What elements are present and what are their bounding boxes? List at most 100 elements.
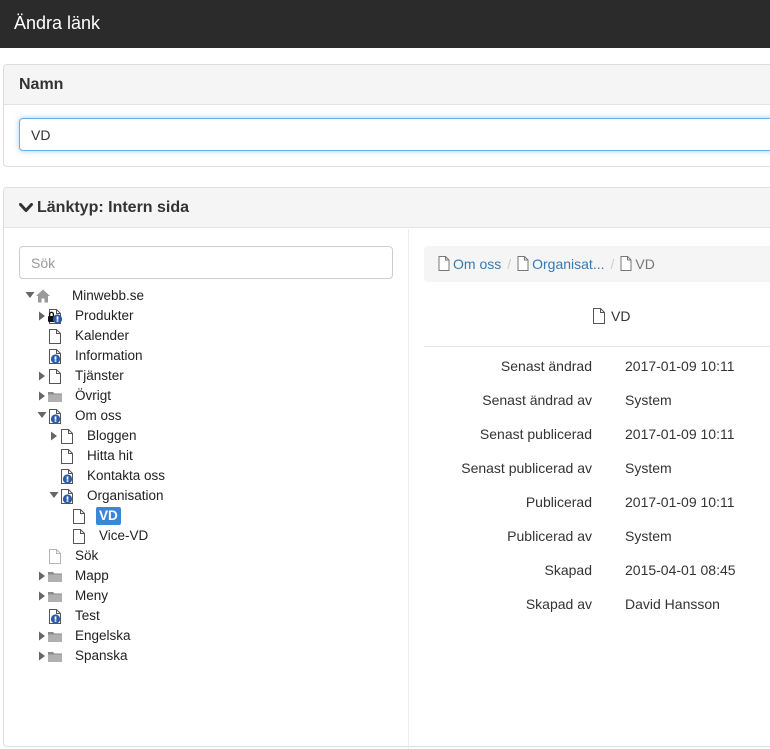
search-input[interactable] <box>19 246 393 279</box>
collapsed-arrow-icon[interactable] <box>37 626 47 646</box>
tree-item[interactable]: Kontakta oss <box>49 466 349 486</box>
property-value: System <box>625 528 672 544</box>
tree-item[interactable]: Om oss <box>37 406 337 426</box>
page-icon <box>620 256 632 271</box>
collapsed-arrow-icon[interactable] <box>37 386 47 406</box>
property-value: 2017-01-09 10:11 <box>625 494 735 510</box>
tree-item[interactable]: Hitta hit <box>49 446 349 466</box>
info-page-icon <box>49 409 61 424</box>
collapsed-arrow-icon[interactable] <box>37 366 47 386</box>
property-value: 2017-01-09 10:11 <box>625 426 735 442</box>
info-page-icon <box>61 489 73 504</box>
tree-item-label[interactable]: VD <box>96 507 121 525</box>
tree-item[interactable]: Information <box>37 346 337 366</box>
tree-item[interactable]: Vice-VD <box>61 526 361 546</box>
expanded-arrow-icon[interactable] <box>49 486 59 506</box>
page-icon <box>73 509 85 524</box>
tree-item-label[interactable]: Kontakta oss <box>87 466 165 486</box>
tree-item[interactable]: Spanska <box>37 646 337 666</box>
tree-item[interactable]: Tjänster <box>37 366 337 386</box>
page-tree-column: Minwebb.seProdukterKalenderInformationTj… <box>4 229 409 749</box>
property-row: Senast publicerad 2017-01-09 10:11 <box>424 424 770 444</box>
property-value: David Hansson <box>625 596 720 612</box>
expanded-arrow-icon[interactable] <box>25 286 35 306</box>
home-icon <box>36 289 50 303</box>
property-value: System <box>625 392 672 408</box>
property-value: 2015-04-01 08:45 <box>625 562 736 578</box>
details-divider <box>424 346 770 347</box>
page-icon <box>61 449 73 464</box>
tree-item-label[interactable]: Engelska <box>75 626 131 646</box>
info-page-icon <box>61 469 73 484</box>
property-label: Senast publicerad <box>479 426 592 442</box>
name-panel-heading: Namn <box>4 65 770 105</box>
tree-item[interactable]: Mapp <box>37 566 337 586</box>
tree-item-label[interactable]: Sök <box>75 546 98 566</box>
breadcrumb: Om oss / Organisat... / VD <box>424 246 770 282</box>
tree-item-label[interactable]: Hitta hit <box>87 446 133 466</box>
breadcrumb-separator: / <box>507 256 512 272</box>
tree-item[interactable]: Minwebb.se <box>25 286 325 306</box>
tree-item[interactable]: Meny <box>37 586 337 606</box>
link-type-heading[interactable]: Länktyp: Intern sida <box>4 188 770 228</box>
collapsed-arrow-icon[interactable] <box>37 646 47 666</box>
tree-item-label[interactable]: Tjänster <box>75 366 124 386</box>
tree-item[interactable]: Övrigt <box>37 386 337 406</box>
tree-item-label[interactable]: Information <box>75 346 143 366</box>
chevron-down-icon <box>19 202 33 212</box>
page-title: VD <box>592 307 630 325</box>
tree-item-label[interactable]: Minwebb.se <box>72 286 144 306</box>
tree-item-label[interactable]: Test <box>75 606 100 626</box>
tree-item-label[interactable]: Produkter <box>75 306 134 326</box>
folder-icon <box>48 392 62 402</box>
tree-item-label[interactable]: Kalender <box>75 326 129 346</box>
info-page-icon <box>49 349 61 364</box>
collapsed-arrow-icon[interactable] <box>37 566 47 586</box>
link-type-panel: Länktyp: Intern sida Minwebb.seProdukter… <box>3 187 770 749</box>
tree-item[interactable]: Produkter <box>37 306 337 326</box>
tree-item[interactable]: Engelska <box>37 626 337 646</box>
info-page-icon <box>49 609 61 624</box>
tree-item[interactable]: Organisation <box>49 486 349 506</box>
tree-item[interactable]: Kalender <box>37 326 337 346</box>
folder-icon <box>48 652 62 662</box>
folder-icon <box>48 592 62 602</box>
tree-item-label[interactable]: Övrigt <box>75 386 111 406</box>
tree-item-label[interactable]: Om oss <box>75 406 122 426</box>
tree-item[interactable]: VD <box>61 506 361 526</box>
tree-item-label[interactable]: Organisation <box>87 486 164 506</box>
name-input[interactable] <box>19 118 770 151</box>
tree-item[interactable]: Bloggen <box>49 426 349 446</box>
name-panel: Namn <box>3 64 770 167</box>
property-row: Skapad av David Hansson <box>424 594 770 614</box>
property-value: 2017-01-09 10:11 <box>625 358 735 374</box>
breadcrumb-separator: / <box>610 256 615 272</box>
property-label: Publicerad av <box>507 528 592 544</box>
tree-item[interactable]: Test <box>37 606 337 626</box>
breadcrumb-link[interactable]: Organisat... <box>517 256 605 272</box>
page-details-column: Om oss / Organisat... / VD VD Senast ändrad 2… <box>424 229 770 749</box>
page-icon <box>517 256 529 271</box>
property-label: Senast ändrad <box>500 358 592 374</box>
collapsed-arrow-icon[interactable] <box>49 426 59 446</box>
expanded-arrow-icon[interactable] <box>37 406 47 426</box>
property-value: System <box>625 460 672 476</box>
breadcrumb-link[interactable]: Om oss <box>438 256 501 272</box>
link-type-label: Länktyp: Intern sida <box>37 199 190 216</box>
tree-item[interactable]: Sök <box>37 546 337 566</box>
collapsed-arrow-icon[interactable] <box>37 306 47 326</box>
faded-page-icon <box>49 549 61 564</box>
tree-item-label[interactable]: Spanska <box>75 646 128 666</box>
tree-item-label[interactable]: Mapp <box>75 566 109 586</box>
page-icon <box>438 256 450 271</box>
breadcrumb-current: VD <box>620 256 655 272</box>
page-title-text: VD <box>611 308 631 324</box>
tree-item-label[interactable]: Vice-VD <box>99 526 148 546</box>
tree-item-label[interactable]: Meny <box>75 586 108 606</box>
tree-item-label[interactable]: Bloggen <box>87 426 137 446</box>
collapsed-arrow-icon[interactable] <box>37 586 47 606</box>
property-label: Skapad av <box>525 596 592 612</box>
property-label: Senast publicerad av <box>461 460 592 476</box>
property-row: Publicerad av System <box>424 526 770 546</box>
property-row: Skapad 2015-04-01 08:45 <box>424 560 770 580</box>
